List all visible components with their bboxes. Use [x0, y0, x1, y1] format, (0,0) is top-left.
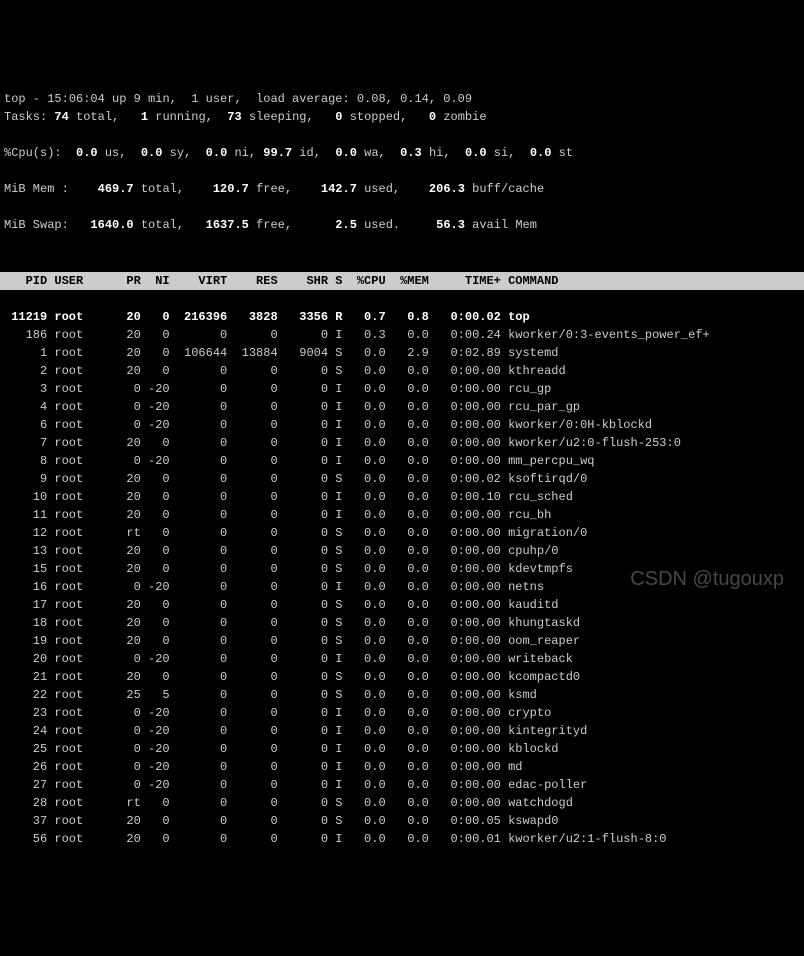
process-row[interactable]: 9 root 20 0 0 0 0 S 0.0 0.0 0:00.02 ksof… [4, 470, 800, 488]
process-row[interactable]: 186 root 20 0 0 0 0 I 0.3 0.0 0:00.24 kw… [4, 326, 800, 344]
process-row[interactable]: 16 root 0 -20 0 0 0 I 0.0 0.0 0:00.00 ne… [4, 578, 800, 596]
summary-line-tasks: Tasks: 74 total, 1 running, 73 sleeping,… [4, 108, 800, 126]
process-row[interactable]: 37 root 20 0 0 0 0 S 0.0 0.0 0:00.05 ksw… [4, 812, 800, 830]
process-row[interactable]: 20 root 0 -20 0 0 0 I 0.0 0.0 0:00.00 wr… [4, 650, 800, 668]
process-row[interactable]: 22 root 25 5 0 0 0 S 0.0 0.0 0:00.00 ksm… [4, 686, 800, 704]
process-row[interactable]: 27 root 0 -20 0 0 0 I 0.0 0.0 0:00.00 ed… [4, 776, 800, 794]
summary-line-mem: MiB Mem : 469.7 total, 120.7 free, 142.7… [4, 180, 800, 198]
process-row[interactable]: 12 root rt 0 0 0 0 S 0.0 0.0 0:00.00 mig… [4, 524, 800, 542]
process-row[interactable]: 11 root 20 0 0 0 0 I 0.0 0.0 0:00.00 rcu… [4, 506, 800, 524]
process-row[interactable]: 7 root 20 0 0 0 0 I 0.0 0.0 0:00.00 kwor… [4, 434, 800, 452]
process-row[interactable]: 23 root 0 -20 0 0 0 I 0.0 0.0 0:00.00 cr… [4, 704, 800, 722]
process-row[interactable]: 2 root 20 0 0 0 0 S 0.0 0.0 0:00.00 kthr… [4, 362, 800, 380]
process-row[interactable]: 4 root 0 -20 0 0 0 I 0.0 0.0 0:00.00 rcu… [4, 398, 800, 416]
process-row[interactable]: 18 root 20 0 0 0 0 S 0.0 0.0 0:00.00 khu… [4, 614, 800, 632]
process-row[interactable]: 6 root 0 -20 0 0 0 I 0.0 0.0 0:00.00 kwo… [4, 416, 800, 434]
process-row[interactable]: 11219 root 20 0 216396 3828 3356 R 0.7 0… [4, 308, 800, 326]
process-row[interactable]: 19 root 20 0 0 0 0 S 0.0 0.0 0:00.00 oom… [4, 632, 800, 650]
summary-area: top - 15:06:04 up 9 min, 1 user, load av… [0, 72, 804, 254]
process-row[interactable]: 13 root 20 0 0 0 0 S 0.0 0.0 0:00.00 cpu… [4, 542, 800, 560]
process-row[interactable]: 21 root 20 0 0 0 0 S 0.0 0.0 0:00.00 kco… [4, 668, 800, 686]
summary-line-cpu: %Cpu(s): 0.0 us, 0.0 sy, 0.0 ni, 99.7 id… [4, 144, 800, 162]
summary-line-swap: MiB Swap: 1640.0 total, 1637.5 free, 2.5… [4, 216, 800, 234]
process-row[interactable]: 17 root 20 0 0 0 0 S 0.0 0.0 0:00.00 kau… [4, 596, 800, 614]
process-row[interactable]: 24 root 0 -20 0 0 0 I 0.0 0.0 0:00.00 ki… [4, 722, 800, 740]
process-row[interactable]: 56 root 20 0 0 0 0 I 0.0 0.0 0:00.01 kwo… [4, 830, 800, 848]
process-row[interactable]: 28 root rt 0 0 0 0 S 0.0 0.0 0:00.00 wat… [4, 794, 800, 812]
process-row[interactable]: 3 root 0 -20 0 0 0 I 0.0 0.0 0:00.00 rcu… [4, 380, 800, 398]
process-row[interactable]: 1 root 20 0 106644 13884 9004 S 0.0 2.9 … [4, 344, 800, 362]
process-table[interactable]: 11219 root 20 0 216396 3828 3356 R 0.7 0… [0, 308, 804, 848]
process-table-header[interactable]: PID USER PR NI VIRT RES SHR S %CPU %MEM … [0, 272, 804, 290]
process-row[interactable]: 25 root 0 -20 0 0 0 I 0.0 0.0 0:00.00 kb… [4, 740, 800, 758]
process-row[interactable]: 26 root 0 -20 0 0 0 I 0.0 0.0 0:00.00 md [4, 758, 800, 776]
process-row[interactable]: 15 root 20 0 0 0 0 S 0.0 0.0 0:00.00 kde… [4, 560, 800, 578]
process-row[interactable]: 8 root 0 -20 0 0 0 I 0.0 0.0 0:00.00 mm_… [4, 452, 800, 470]
process-row[interactable]: 10 root 20 0 0 0 0 I 0.0 0.0 0:00.10 rcu… [4, 488, 800, 506]
summary-line-1: top - 15:06:04 up 9 min, 1 user, load av… [4, 92, 472, 106]
